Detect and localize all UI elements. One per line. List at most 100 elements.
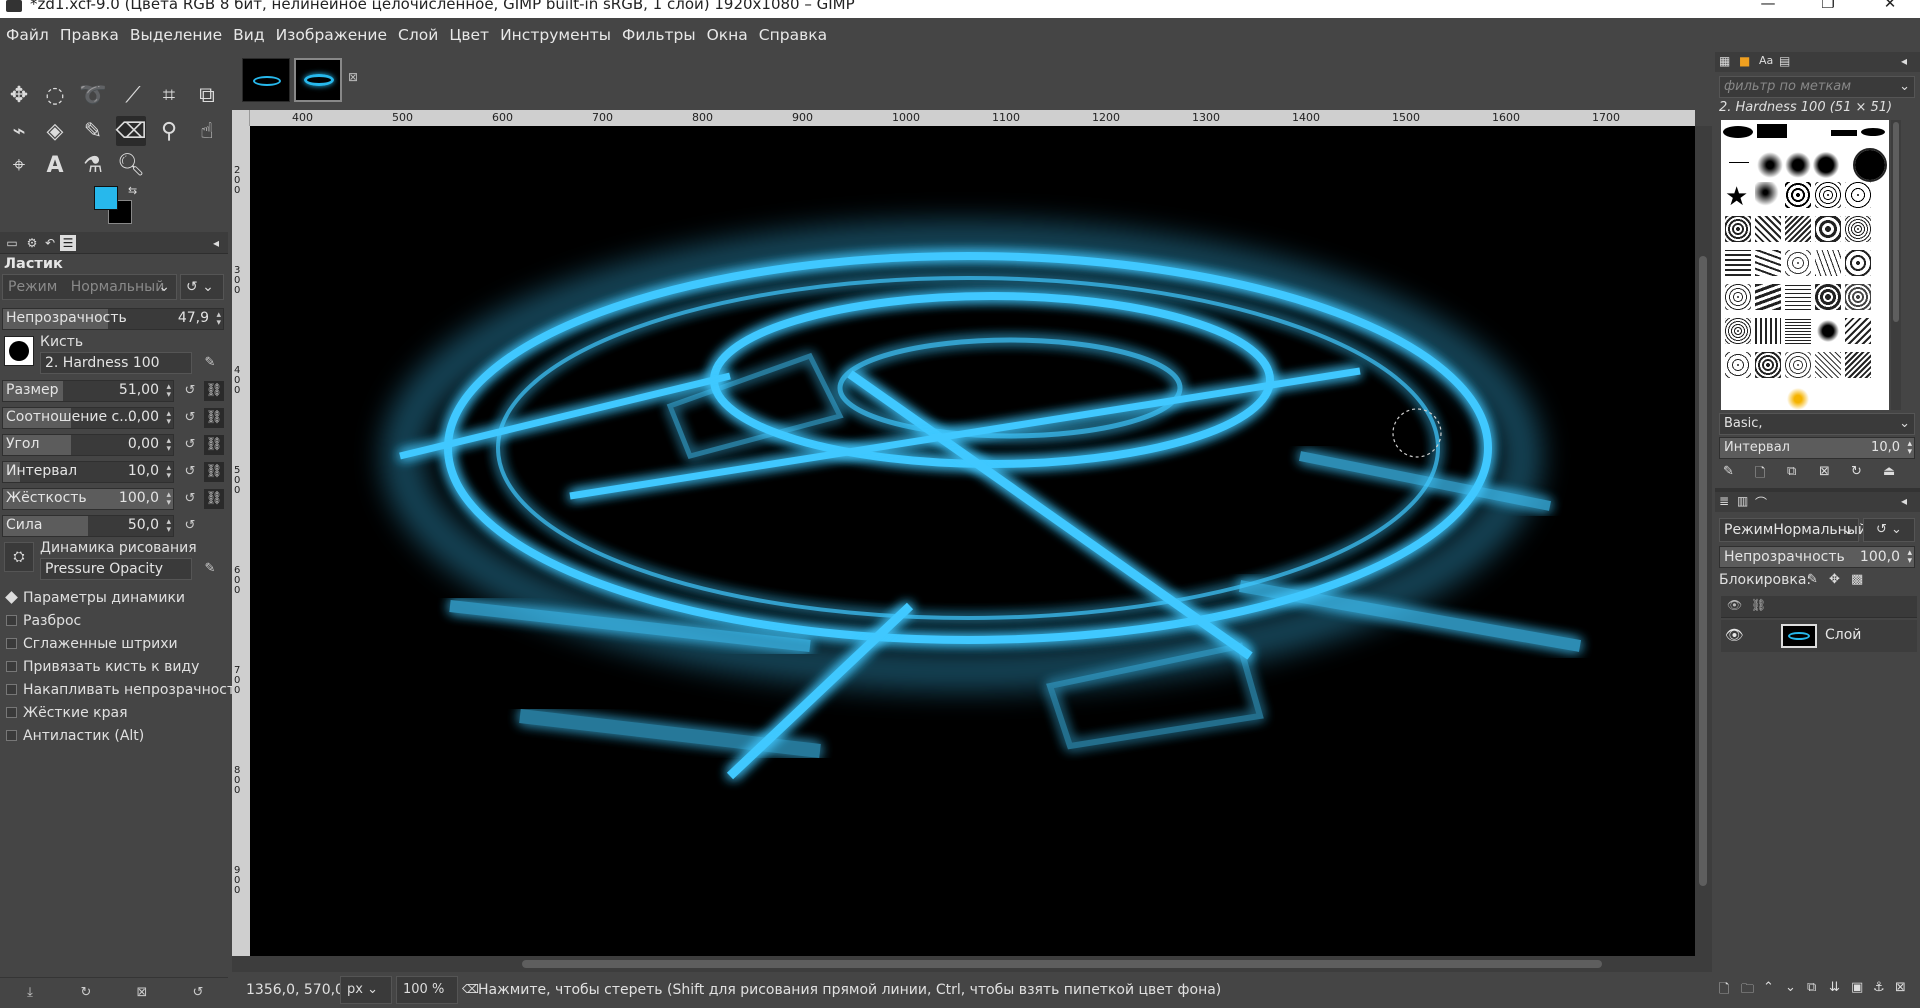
new-layer-icon[interactable]: 🗋︎ bbox=[1719, 980, 1729, 1002]
link-ratio-icon[interactable]: ⛓ bbox=[204, 408, 224, 428]
swap-colors-icon[interactable]: ⇆ bbox=[128, 184, 137, 197]
brush-item[interactable] bbox=[1815, 250, 1841, 276]
brush-item-selected[interactable] bbox=[1853, 148, 1887, 182]
brush-item[interactable] bbox=[1755, 182, 1781, 208]
raise-layer-icon[interactable]: ⌃ bbox=[1763, 980, 1774, 995]
brush-item[interactable] bbox=[1755, 284, 1781, 310]
menu-filters[interactable]: Фильтры bbox=[622, 26, 696, 44]
menu-layer[interactable]: Слой bbox=[398, 26, 438, 44]
brush-item[interactable] bbox=[1785, 386, 1811, 410]
layer-mode-select[interactable]: РежимНормальный ⌄ bbox=[1719, 518, 1867, 542]
smudge-icon[interactable]: ☝ bbox=[192, 116, 222, 146]
layers-tab-icon[interactable]: ≣ bbox=[1719, 494, 1729, 508]
brush-preview[interactable] bbox=[4, 336, 34, 366]
brush-item[interactable] bbox=[1785, 284, 1811, 310]
menu-windows[interactable]: Окна bbox=[707, 26, 748, 44]
lock-position-icon[interactable]: ✥ bbox=[1829, 572, 1840, 587]
move-tool-icon[interactable]: ✥ bbox=[4, 80, 34, 110]
anti-erase-checkbox[interactable]: Антиластик (Alt) bbox=[6, 728, 144, 744]
dynamics-preview-icon[interactable]: ⛭ bbox=[4, 542, 34, 572]
brush-grid-scroll-thumb[interactable] bbox=[1893, 122, 1899, 322]
link-size-icon[interactable]: ⛓ bbox=[204, 381, 224, 401]
brush-item[interactable] bbox=[1845, 250, 1871, 276]
brush-item[interactable] bbox=[1845, 318, 1871, 344]
refresh-brushes-icon[interactable]: ↻ bbox=[1851, 464, 1862, 479]
eye-icon[interactable]: 👁︎ bbox=[1725, 626, 1744, 644]
reset-size-icon[interactable]: ↺ bbox=[180, 381, 200, 401]
menu-tools[interactable]: Инструменты bbox=[500, 26, 611, 44]
brush-item[interactable] bbox=[1845, 182, 1871, 208]
angle-slider[interactable]: Угол 0,00 ▴ ▾ bbox=[2, 434, 174, 456]
vertical-scroll-thumb[interactable] bbox=[1699, 256, 1707, 886]
reset-spacing-icon[interactable]: ↺ bbox=[180, 462, 200, 482]
brush-item[interactable] bbox=[1785, 216, 1811, 242]
horizontal-scrollbar[interactable] bbox=[232, 956, 1712, 972]
delete-options-icon[interactable]: ⊠ bbox=[132, 983, 152, 1003]
brush-tag-filter[interactable]: фильтр по меткам ⌄ bbox=[1719, 76, 1915, 98]
device-status-tab-icon[interactable]: ⚙ bbox=[24, 235, 40, 251]
dock-menu-icon[interactable]: ◂ bbox=[1901, 494, 1907, 508]
menu-select[interactable]: Выделение bbox=[130, 26, 222, 44]
reset-hardness-icon[interactable]: ↺ bbox=[180, 489, 200, 509]
open-brush-icon[interactable]: ⏏ bbox=[1883, 464, 1895, 479]
star-brush-icon[interactable]: ★ bbox=[1725, 184, 1751, 210]
lasso-icon[interactable]: ➰ bbox=[78, 80, 108, 110]
clone-icon[interactable]: ⚲ bbox=[154, 116, 184, 146]
brush-item[interactable] bbox=[1729, 162, 1749, 163]
brush-item[interactable] bbox=[1785, 250, 1811, 276]
color-picker-icon[interactable]: ⚗ bbox=[78, 150, 108, 180]
undo-history-tab-icon[interactable]: ↶ bbox=[42, 235, 58, 251]
brush-item[interactable] bbox=[1785, 152, 1811, 178]
menu-view[interactable]: Вид bbox=[233, 26, 264, 44]
lower-layer-icon[interactable]: ⌄ bbox=[1785, 980, 1796, 995]
brush-item[interactable] bbox=[1725, 284, 1751, 310]
brush-item[interactable] bbox=[1815, 284, 1841, 310]
reset-force-icon[interactable]: ↺ bbox=[180, 516, 200, 536]
menu-file[interactable]: Файл bbox=[6, 26, 49, 44]
force-slider[interactable]: Сила 50,0 ▴ ▾ bbox=[2, 515, 174, 537]
brush-item[interactable] bbox=[1785, 318, 1811, 344]
paintbrush-icon[interactable]: ✎ bbox=[78, 116, 108, 146]
patterns-tab-icon[interactable]: ■ bbox=[1739, 54, 1750, 68]
duplicate-layer-icon[interactable]: ⧉ bbox=[1807, 980, 1816, 995]
close-tab-icon[interactable]: ⊠ bbox=[348, 70, 358, 84]
brush-item[interactable] bbox=[1757, 124, 1787, 138]
link-spacing-icon[interactable]: ⛓ bbox=[204, 462, 224, 482]
size-slider[interactable]: Размер 51,00 ▴ ▾ bbox=[2, 380, 174, 402]
vertical-scrollbar[interactable] bbox=[1695, 126, 1712, 956]
brush-item[interactable] bbox=[1755, 216, 1781, 242]
layer-name[interactable]: Слой bbox=[1825, 627, 1861, 643]
menu-colors[interactable]: Цвет bbox=[449, 26, 489, 44]
ellipse-select-icon[interactable]: ◌ bbox=[40, 80, 70, 110]
brush-item[interactable] bbox=[1845, 352, 1871, 378]
lock-pixels-icon[interactable]: ✎ bbox=[1807, 572, 1818, 587]
spacing-slider[interactable]: Интервал 10,0 ▴ ▾ bbox=[2, 461, 174, 483]
dock-menu-icon[interactable]: ◂ bbox=[1901, 54, 1907, 68]
brush-item[interactable] bbox=[1725, 250, 1751, 276]
edit-dynamics-icon[interactable]: ✎ bbox=[200, 559, 220, 579]
brush-item[interactable] bbox=[1815, 182, 1841, 208]
merge-layer-icon[interactable]: ⇊ bbox=[1829, 980, 1840, 995]
edit-brush-icon[interactable]: ✎ bbox=[1723, 464, 1734, 479]
image-tab-thumb-1[interactable] bbox=[242, 58, 290, 102]
unit-select[interactable]: px ⌄ bbox=[340, 976, 392, 1004]
mode-combo[interactable]: Режим Нормальный ⌄ bbox=[2, 274, 177, 300]
menu-image[interactable]: Изображение bbox=[276, 26, 387, 44]
brush-spacing-slider[interactable]: Интервал 10,0 ▴ ▾ bbox=[1719, 437, 1915, 459]
brush-item[interactable] bbox=[1757, 152, 1783, 178]
brush-item[interactable] bbox=[1861, 128, 1885, 136]
warp-icon[interactable]: ⌁ bbox=[4, 116, 34, 146]
panel-menu-icon[interactable]: ◂ bbox=[208, 235, 224, 251]
maximize-button[interactable]: ❐ bbox=[1808, 0, 1848, 11]
brush-item[interactable] bbox=[1815, 216, 1841, 242]
opacity-slider[interactable]: Непрозрачность 47,9 ▴ ▾ bbox=[2, 308, 224, 330]
brushes-tab-icon[interactable]: ▦ bbox=[1719, 54, 1730, 68]
lock-alpha-icon[interactable]: ▩ bbox=[1851, 572, 1863, 587]
zoom-select[interactable]: 100 % ⌄ bbox=[396, 976, 458, 1004]
brush-item[interactable] bbox=[1723, 126, 1753, 138]
reset-options-icon[interactable]: ↺ bbox=[188, 983, 208, 1003]
lock-brush-checkbox[interactable]: Привязать кисть к виду bbox=[6, 659, 199, 675]
zoom-icon[interactable]: 🔍︎ bbox=[116, 150, 146, 180]
images-tab-icon[interactable]: ☰ bbox=[60, 235, 76, 251]
brush-item[interactable] bbox=[1785, 352, 1811, 378]
